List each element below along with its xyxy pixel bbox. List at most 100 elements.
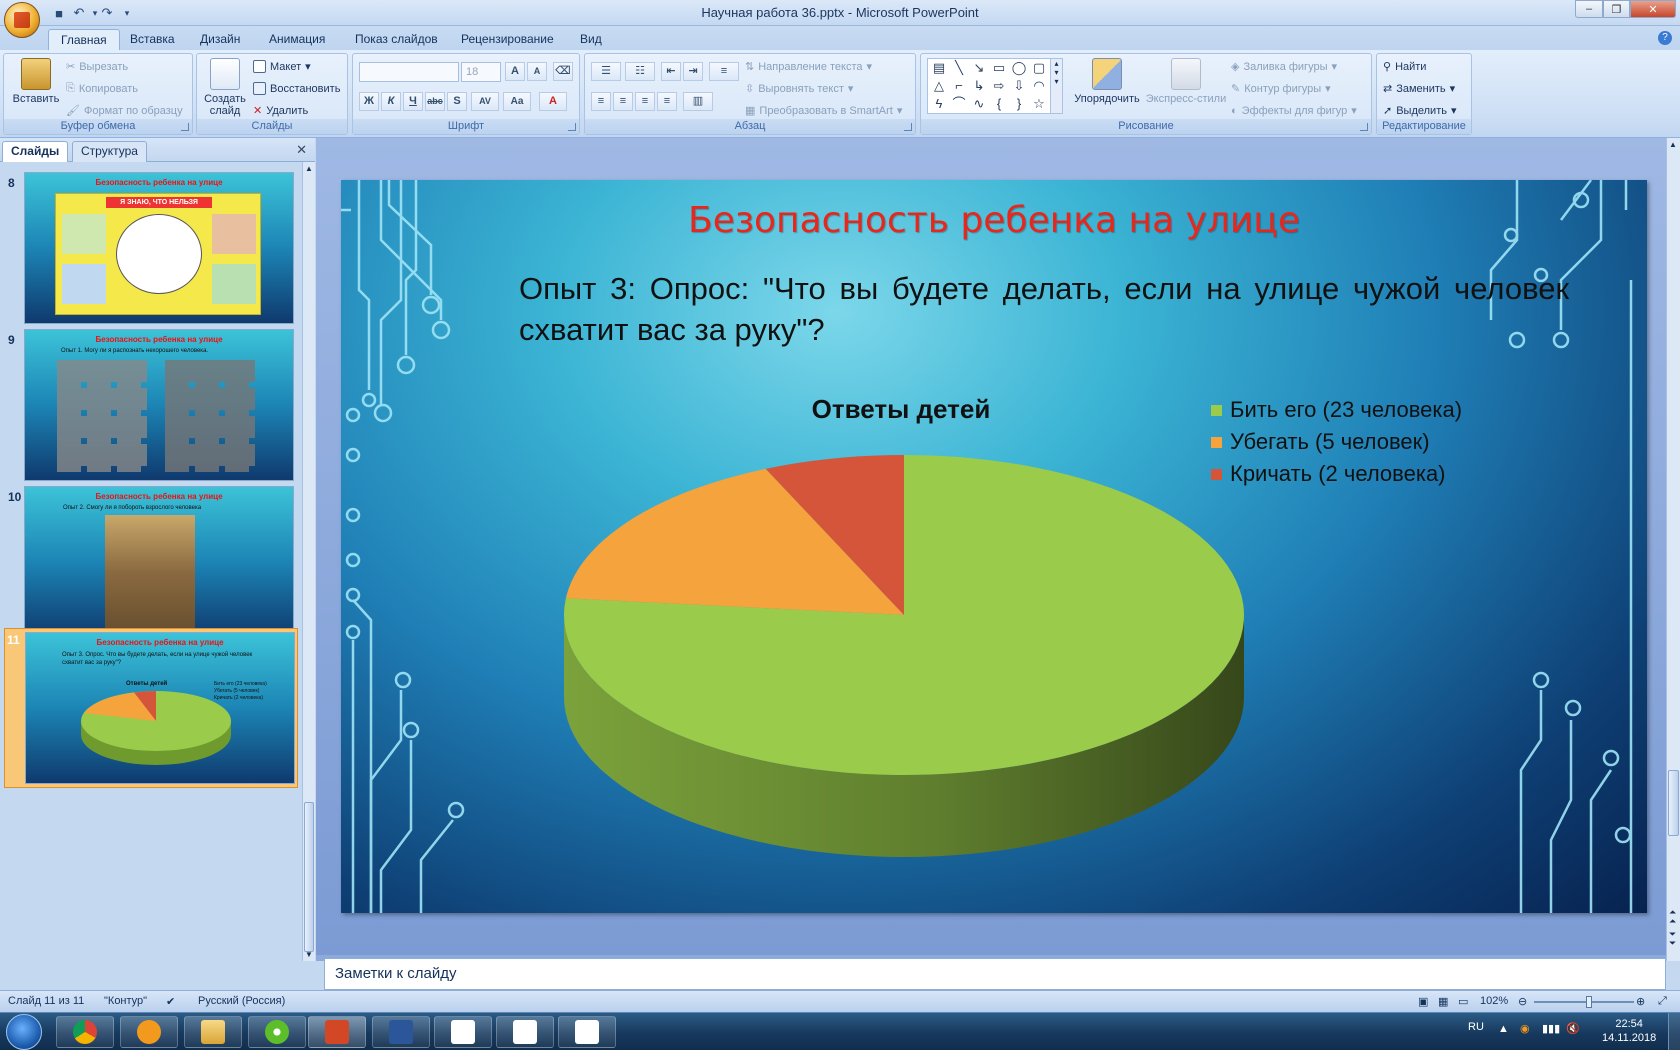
taskbar-powerpoint[interactable] xyxy=(308,1016,366,1048)
numbering-button[interactable]: ☷ xyxy=(625,62,655,81)
pie-chart[interactable]: Ответы детей Бить его (23 человека) Убега… xyxy=(551,390,1611,870)
curve-shape-icon[interactable]: ∿ xyxy=(970,95,988,113)
rectangle-shape-icon[interactable]: ▭ xyxy=(990,59,1008,77)
convert-smartart-button[interactable]: ▦ Преобразовать в SmartArt ▾ xyxy=(745,104,902,118)
quick-styles-button[interactable]: Экспресс-стили xyxy=(1141,58,1231,105)
zoom-level[interactable]: 102% xyxy=(1480,995,1508,1007)
editor-scroll-thumb[interactable] xyxy=(1668,770,1679,836)
help-icon[interactable]: ? xyxy=(1658,31,1672,45)
normal-view-icon[interactable]: ▣ xyxy=(1418,995,1428,1008)
tab-slides[interactable]: Слайды xyxy=(2,141,69,162)
select-button[interactable]: ➚ Выделить ▾ xyxy=(1383,104,1457,118)
triangle-shape-icon[interactable]: △ xyxy=(930,77,948,95)
slide-thumbnail-11-selected[interactable]: 11 Безопасность ребенка на улице Опыт 3.… xyxy=(4,628,298,788)
freeform-shape-icon[interactable]: ◠ xyxy=(1030,77,1048,95)
volume-muted-icon[interactable]: 🔇 xyxy=(1566,1022,1580,1035)
paste-button[interactable]: Вставить xyxy=(8,58,64,105)
panel-scrollbar[interactable]: ▲ ▼ xyxy=(302,162,315,961)
copy-button[interactable]: ⎘ Копировать xyxy=(66,82,138,95)
taskbar-document-1[interactable] xyxy=(434,1016,492,1048)
taskbar-word[interactable] xyxy=(372,1016,430,1048)
lightning-shape-icon[interactable]: ϟ xyxy=(930,95,948,113)
align-left-button[interactable]: ≡ xyxy=(591,92,611,111)
slide-sorter-icon[interactable]: ▦ xyxy=(1438,995,1448,1008)
right-brace-shape-icon[interactable]: } xyxy=(1010,95,1028,113)
scroll-down-icon[interactable]: ▼ xyxy=(305,950,313,959)
strikethrough-button[interactable]: abc xyxy=(425,92,445,111)
taskbar-chrome[interactable] xyxy=(56,1016,114,1048)
shape-outline-button[interactable]: ✎ Контур фигуры ▾ xyxy=(1231,82,1331,96)
tab-animation[interactable]: Анимация xyxy=(257,29,337,50)
find-button[interactable]: ⚲ Найти xyxy=(1383,60,1426,74)
scroll-up-icon[interactable]: ▲ xyxy=(1669,140,1677,149)
columns-button[interactable]: ▥ xyxy=(683,92,713,111)
slide-thumbnail-9[interactable]: 9 Безопасность ребенка на улице Опыт 1. … xyxy=(8,329,298,489)
theme-name[interactable]: "Контур" xyxy=(104,995,147,1007)
increase-indent-button[interactable]: ⇥ xyxy=(683,62,703,81)
rounded-rect-shape-icon[interactable]: ▢ xyxy=(1030,59,1048,77)
grow-font-button[interactable]: A xyxy=(505,62,525,81)
slideshow-view-icon[interactable]: ▭ xyxy=(1458,995,1468,1008)
format-painter-button[interactable]: 🖌 Формат по образцу xyxy=(66,104,183,118)
maximize-button[interactable]: ❐ xyxy=(1603,0,1630,18)
panel-scroll-thumb[interactable] xyxy=(304,802,314,952)
tab-outline[interactable]: Структура xyxy=(72,141,147,162)
align-center-button[interactable]: ≡ xyxy=(613,92,633,111)
tab-home[interactable]: Главная xyxy=(48,29,120,50)
textbox-shape-icon[interactable]: ▤ xyxy=(930,59,948,77)
taskbar-document-3[interactable] xyxy=(558,1016,616,1048)
slide-thumbnail-10[interactable]: 10 Безопасность ребенка на улице Опыт 2.… xyxy=(8,486,298,646)
slide-canvas[interactable]: Безопасность ребенка на улице Опыт 3: Оп… xyxy=(341,180,1647,913)
spellcheck-icon[interactable]: ✔ xyxy=(166,995,175,1008)
slide-body-text[interactable]: Опыт 3: Опрос: "Что вы будете делать, ес… xyxy=(519,268,1569,350)
replace-button[interactable]: ⇄ Заменить ▾ xyxy=(1383,82,1455,96)
tab-review[interactable]: Рецензирование xyxy=(449,29,566,50)
clear-formatting-button[interactable]: ⌫ xyxy=(553,62,573,81)
shape-fill-button[interactable]: ◈ Заливка фигуры ▾ xyxy=(1231,60,1337,74)
change-case-button[interactable]: Aa xyxy=(503,92,531,111)
align-right-button[interactable]: ≡ xyxy=(635,92,655,111)
decrease-indent-button[interactable]: ⇤ xyxy=(661,62,681,81)
tab-insert[interactable]: Вставка xyxy=(118,29,187,50)
taskbar-explorer[interactable] xyxy=(184,1016,242,1048)
show-desktop-button[interactable] xyxy=(1668,1013,1680,1050)
font-dialog-launcher-icon[interactable] xyxy=(568,123,576,131)
arc-shape-icon[interactable]: ⌒ xyxy=(950,95,968,113)
drawing-dialog-launcher-icon[interactable] xyxy=(1360,123,1368,131)
star-shape-icon[interactable]: ☆ xyxy=(1030,95,1048,113)
shrink-font-button[interactable]: A xyxy=(527,62,547,81)
close-icon[interactable]: ✕ xyxy=(296,142,307,158)
taskbar-app-orange[interactable] xyxy=(120,1016,178,1048)
left-brace-shape-icon[interactable]: { xyxy=(990,95,1008,113)
align-text-button[interactable]: ⇳ Выровнять текст ▾ xyxy=(745,82,853,96)
arrange-button[interactable]: Упорядочить xyxy=(1071,58,1143,105)
font-size-combo[interactable]: 18 xyxy=(461,62,501,82)
elbow-connector-shape-icon[interactable]: ⌐ xyxy=(950,77,968,95)
office-button[interactable] xyxy=(4,2,40,38)
line-spacing-button[interactable]: ≡ xyxy=(709,62,739,81)
slide-thumbnail-8[interactable]: 8 Безопасность ребенка на улице Я ЗНАЮ, … xyxy=(8,172,298,332)
italic-button[interactable]: К xyxy=(381,92,401,111)
shape-effects-button[interactable]: ◐ Эффекты для фигур ▾ xyxy=(1231,104,1357,118)
underline-button[interactable]: Ч xyxy=(403,92,423,111)
zoom-out-icon[interactable]: ⊖ xyxy=(1518,995,1527,1008)
start-button[interactable] xyxy=(6,1014,42,1050)
bullets-button[interactable]: ☰ xyxy=(591,62,621,81)
char-spacing-button[interactable]: AV xyxy=(471,92,499,111)
notes-pane[interactable]: Заметки к слайду xyxy=(324,958,1666,990)
clock[interactable]: 22:54 14.11.2018 xyxy=(1602,1017,1656,1045)
tab-design[interactable]: Дизайн xyxy=(188,29,252,50)
layout-button[interactable]: Макет ▾ xyxy=(253,60,311,73)
new-slide-button[interactable]: Создать слайд xyxy=(201,58,249,117)
zoom-slider-handle[interactable] xyxy=(1586,996,1592,1008)
elbow-arrow-shape-icon[interactable]: ↳ xyxy=(970,77,988,95)
language-indicator[interactable]: Русский (Россия) xyxy=(198,995,285,1007)
font-color-button[interactable]: A xyxy=(539,92,567,111)
font-name-combo[interactable] xyxy=(359,62,459,82)
scroll-up-icon[interactable]: ▲ xyxy=(305,164,313,173)
arrow-line-shape-icon[interactable]: ↘ xyxy=(970,59,988,77)
zoom-slider[interactable] xyxy=(1534,996,1634,1008)
next-slide-icon[interactable]: ⏷ ⏷ xyxy=(1669,930,1676,948)
editor-scrollbar[interactable]: ▲ ⏶ ⏶ ⏷ ⏷ xyxy=(1666,138,1680,961)
bold-button[interactable]: Ж xyxy=(359,92,379,111)
